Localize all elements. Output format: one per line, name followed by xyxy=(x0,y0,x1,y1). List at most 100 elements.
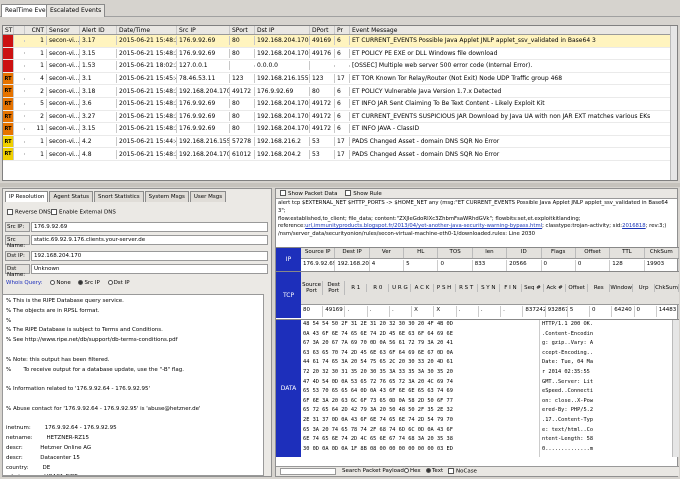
packet-pane: Show Packet Data Show Rule alert tcp $EX… xyxy=(275,188,679,477)
count-cell: 2 xyxy=(25,111,47,121)
ip-section-label: IP xyxy=(276,248,301,271)
hex-radio[interactable]: Hex xyxy=(404,468,421,474)
col-pr[interactable]: Pr xyxy=(335,26,350,34)
ip-field-value: 0 xyxy=(542,260,576,271)
count-cell: 1 xyxy=(25,137,47,147)
protocol-cell: 17 xyxy=(335,74,350,84)
col-sensor[interactable]: Sensor xyxy=(47,26,80,34)
col-st[interactable]: ST xyxy=(3,26,14,34)
ip-field-value: 5 xyxy=(404,260,439,271)
table-row[interactable]: 1 secon-vi... 3.17 2015-06-21 15:48:24 176.9… xyxy=(3,35,677,48)
dst-name-label: Dst Name: xyxy=(5,264,30,278)
table-row[interactable]: RT 5 secon-vi... 3.6 2015-06-21 15:48:24 176.… xyxy=(3,97,677,111)
dst-ip-field[interactable]: 192.168.204.170 xyxy=(31,251,268,261)
radio-icon xyxy=(50,280,56,285)
tab-snort-statistics[interactable]: Snort Statistics xyxy=(94,191,144,202)
col-dst-ip[interactable]: Dst IP xyxy=(255,26,310,34)
alert-id-cell: 4.2 xyxy=(80,137,117,147)
tcp-field-value: 64240 xyxy=(612,306,635,317)
status-badge: RT xyxy=(3,85,13,97)
status-badge: RT xyxy=(3,123,13,135)
radio-icon xyxy=(107,280,113,285)
col-dport[interactable]: DPort xyxy=(310,26,335,34)
whois-dst-radio[interactable]: Dst IP xyxy=(107,280,130,286)
tcp-section-label: TCP xyxy=(276,272,301,318)
ip-field-value: 19903 xyxy=(645,260,679,271)
grid-scrollbar[interactable] xyxy=(670,26,677,180)
rule-text[interactable]: alert tcp $EXTERNAL_NET $HTTP_PORTS -> $… xyxy=(278,200,675,250)
status-badge: RT xyxy=(3,110,13,123)
tcp-field-header: R S T xyxy=(456,284,478,292)
whois-output[interactable]: % This is the RIPE Database query servic… xyxy=(2,294,264,476)
dst-name-field[interactable]: Unknown xyxy=(31,264,268,274)
col-alert-id[interactable]: Alert ID xyxy=(80,26,117,34)
tcp-field-value: X xyxy=(434,306,457,317)
tcp-field-header: R 0 xyxy=(367,284,390,292)
table-row[interactable]: RT 1 secon-vi... 4.8 2015-06-21 15:48:24 192.… xyxy=(3,148,677,161)
search-payload-input[interactable] xyxy=(280,468,336,475)
reverse-dns-checkbox[interactable]: Reverse DNS xyxy=(7,209,51,216)
col-sport[interactable]: SPort xyxy=(230,26,255,34)
sensor-cell: secon-vi... xyxy=(49,111,80,121)
rule-reference-link[interactable]: url,immunityproducts.blogspot.fr/2013/04… xyxy=(305,223,542,229)
count-cell: 1 xyxy=(25,61,47,71)
table-row[interactable]: RT 4 secon-vi... 3.1 2015-06-21 15:45:45 78.4… xyxy=(3,72,677,86)
dport-cell: 49169 xyxy=(310,36,335,46)
col-src-ip[interactable]: Src IP xyxy=(177,26,230,34)
flag-cell xyxy=(14,140,25,143)
tab-escalated-events[interactable]: Escalated Events xyxy=(46,4,106,17)
payload-hex[interactable]: 48 54 54 50 2F 31 2E 31 20 32 30 30 20 4… xyxy=(303,320,537,457)
dst-ip-cell: 176.9.92.69 xyxy=(255,86,310,96)
ip-header-section: IP Source IP Dest IP Ver HL TOS len ID Flags Off… xyxy=(276,247,679,271)
status-cell: RT xyxy=(3,72,14,85)
ip-field-value: 128 xyxy=(610,260,645,271)
tab-ip-resolution[interactable]: IP Resolution xyxy=(5,191,49,202)
enable-external-dns-checkbox[interactable]: Enable External DNS xyxy=(51,209,116,216)
show-packet-data-checkbox[interactable]: Show Packet Data xyxy=(280,190,337,197)
tab-agent-status[interactable]: Agent Status xyxy=(49,191,93,202)
tcp-field-value: . xyxy=(501,306,524,317)
whois-query-label: Whois Query: xyxy=(6,280,43,286)
show-rule-checkbox[interactable]: Show Rule xyxy=(345,190,382,197)
tcp-field-header: Source Port xyxy=(301,281,324,295)
tcp-header-row: Source Port Dest Port R 1R 0U R GA C KP S … xyxy=(301,272,679,305)
alert-id-cell: 3.18 xyxy=(80,86,117,96)
table-row[interactable]: 1 secon-vi... 3.15 2015-06-21 15:48:24 176.9… xyxy=(3,47,677,61)
payload-scrollbar[interactable] xyxy=(672,320,679,457)
src-ip-field[interactable]: 176.9.92.69 xyxy=(31,222,268,232)
table-row[interactable]: 1 secon-vi... 1.53 2015-06-21 18:02:25 127.0… xyxy=(3,60,677,73)
whois-src-radio[interactable]: Src IP xyxy=(78,280,100,286)
tcp-field-header: Window xyxy=(610,284,633,292)
whois-none-radio[interactable]: None xyxy=(50,280,71,286)
count-cell: 2 xyxy=(25,86,47,96)
tab-user-msgs[interactable]: User Msgs xyxy=(189,191,227,202)
tcp-header-section: TCP Source Port Dest Port R 1R 0U R GA C K… xyxy=(276,271,679,318)
tcp-field-value: 80 xyxy=(301,306,324,317)
ip-field-value: 0 xyxy=(438,260,473,271)
tcp-field-header: Urp xyxy=(633,284,656,292)
whois-dst-label: Dst IP xyxy=(113,280,130,286)
tcp-field-value: X xyxy=(412,306,435,317)
table-row[interactable]: RT 11 secon-vi... 3.15 2015-06-21 15:48:24 17… xyxy=(3,123,677,136)
search-packet-payload-button[interactable]: Search Packet Payload xyxy=(342,468,404,474)
dst-ip-cell: 192.168.204.170 xyxy=(257,36,310,46)
status-badge: RT xyxy=(3,135,13,148)
src-name-field[interactable]: static.69.92.9.176.clients.your-server.d… xyxy=(31,235,268,245)
nocase-checkbox[interactable]: NoCase xyxy=(448,468,477,475)
enable-external-dns-label: Enable External DNS xyxy=(59,209,116,216)
col-event-message[interactable]: Event Message xyxy=(350,26,677,34)
pane-splitter[interactable] xyxy=(0,183,680,187)
col-cnt[interactable]: CNT xyxy=(25,26,47,34)
table-row[interactable]: RT 1 secon-vi... 4.2 2015-06-21 15:44:43 192.… xyxy=(3,135,677,149)
datetime-cell: 2015-06-21 15:44:43 xyxy=(119,137,177,147)
text-radio[interactable]: Text xyxy=(426,468,443,474)
table-row[interactable]: RT 2 secon-vi... 3.18 2015-06-21 15:48:24 192… xyxy=(3,85,677,98)
col-datetime[interactable]: Date/Time xyxy=(117,26,177,34)
tcp-field-header: Ack # xyxy=(544,284,567,292)
tab-system-msgs[interactable]: System Msgs xyxy=(144,191,189,202)
payload-ascii[interactable]: HTTP/1.1 200 OK. .Content-Encodin g: gzi… xyxy=(539,320,669,457)
table-row[interactable]: RT 2 secon-vi... 3.27 2015-06-21 15:48:24 176… xyxy=(3,110,677,124)
dst-ip-cell: 192.168.204.170 xyxy=(257,111,310,121)
dport-cell: 49172 xyxy=(310,111,335,121)
rule-sid-link[interactable]: 2016818 xyxy=(622,223,646,229)
